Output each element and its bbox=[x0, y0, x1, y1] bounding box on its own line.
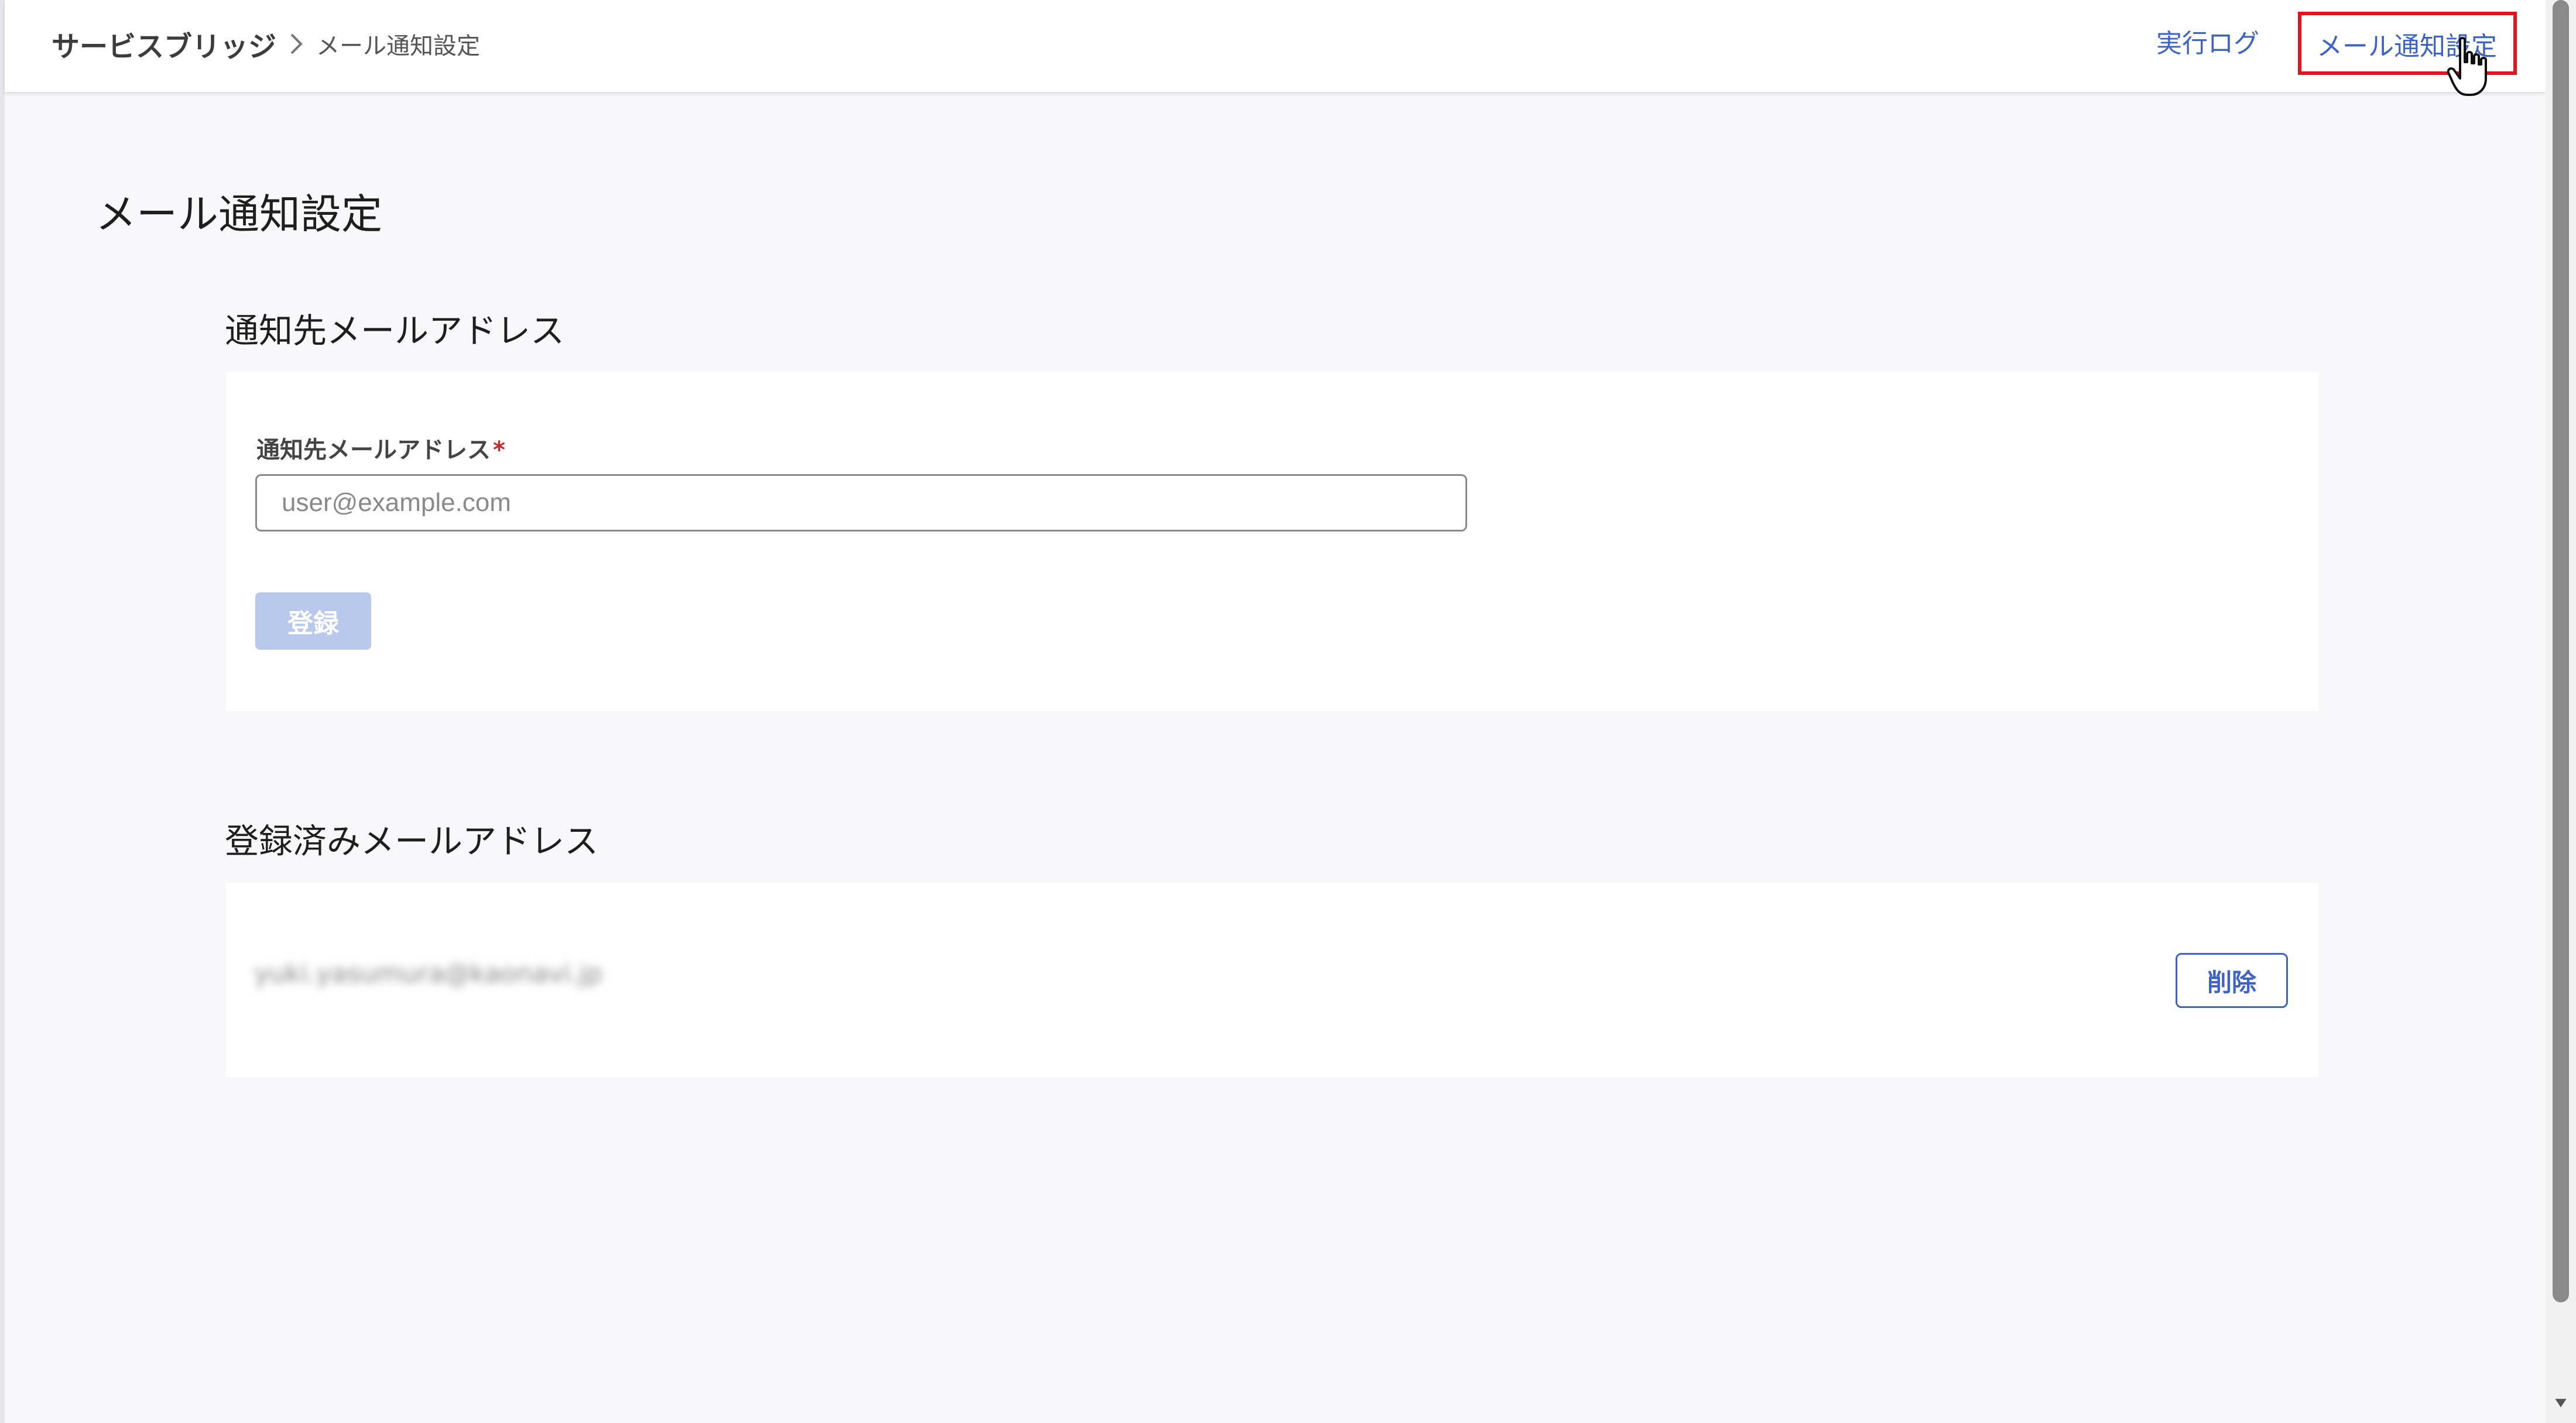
email-input[interactable] bbox=[255, 474, 1467, 532]
email-field-label: 通知先メールアドレス * bbox=[256, 431, 505, 465]
required-mark: * bbox=[493, 437, 505, 464]
registered-email-card: yuki.yasumura@kaonavi.jp 削除 bbox=[226, 883, 2318, 1077]
email-field-label-text: 通知先メールアドレス bbox=[256, 437, 491, 464]
vertical-scrollbar[interactable] bbox=[2546, 0, 2576, 1423]
registered-section-title: 登録済みメールアドレス bbox=[225, 821, 599, 861]
notify-section-title: 通知先メールアドレス bbox=[225, 311, 565, 351]
scroll-down-arrow-icon[interactable] bbox=[2554, 1396, 2568, 1410]
hand-pointer-icon bbox=[2447, 37, 2487, 96]
register-button[interactable]: 登録 bbox=[255, 592, 371, 650]
scrollbar-thumb[interactable] bbox=[2553, 0, 2569, 1302]
window-frame bbox=[0, 0, 5, 1423]
breadcrumb: サービスブリッジ メール通知設定 bbox=[52, 23, 480, 64]
registered-email-value: yuki.yasumura@kaonavi.jp bbox=[254, 959, 603, 989]
breadcrumb-app-link[interactable]: サービスブリッジ bbox=[52, 23, 276, 64]
breadcrumb-current: メール通知設定 bbox=[316, 33, 481, 60]
nav-execution-log-link[interactable]: 実行ログ bbox=[2156, 23, 2259, 64]
notify-email-card: 通知先メールアドレス* 登録 bbox=[226, 372, 2318, 711]
chevron-right-icon bbox=[289, 32, 303, 56]
app-header: サービスブリッジ メール通知設定 実行ログ メール通知設定 bbox=[5, 0, 2546, 92]
page-title: メール通知設定 bbox=[95, 190, 382, 238]
delete-button[interactable]: 削除 bbox=[2176, 953, 2288, 1008]
